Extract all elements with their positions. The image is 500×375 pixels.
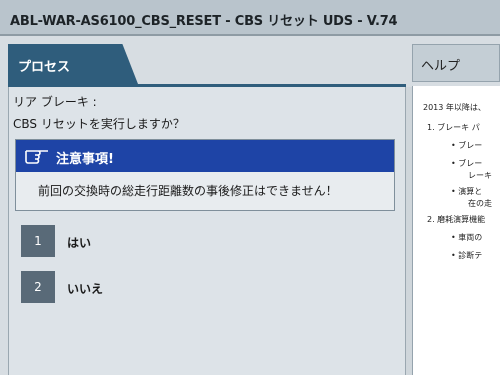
section-heading: リア ブレーキ : — [13, 95, 97, 109]
help-line: • ブレー — [451, 141, 483, 150]
notice-title: 注意事項! — [56, 152, 114, 167]
help-panel: 2013 年以降は、 1. ブレーキ パ • ブレー • ブレー レーキ • 演… — [412, 86, 500, 375]
help-line: • 演算と — [451, 187, 483, 196]
help-line: 2013 年以降は、 — [423, 103, 486, 112]
help-line: 2. 磨耗演算機能 — [427, 215, 486, 224]
process-panel: リア ブレーキ : CBS リセットを実行しますか？ 注意事項! 前回の交換時の… — [8, 87, 406, 375]
help-line: レーキ — [468, 171, 492, 180]
help-line: 在の走 — [468, 199, 492, 208]
notice-text: 前回の交換時の総走行距離数の事後修正はできません！ — [38, 184, 338, 198]
tab-help-label: ヘルプ — [421, 59, 461, 74]
help-line: 1. ブレーキ パ — [427, 123, 480, 132]
question-text: CBS リセットを実行しますか？ — [13, 117, 185, 131]
pointing-hand-icon — [25, 150, 48, 164]
option-no-label: いいえ — [67, 282, 104, 296]
option-no[interactable]: 2 いいえ — [21, 271, 221, 303]
tab-process[interactable]: プロセス — [8, 44, 138, 84]
help-line: • 診断テ — [451, 251, 483, 260]
option-no-number[interactable]: 2 — [21, 271, 55, 303]
help-line: • ブレー — [451, 159, 483, 168]
window-title: ABL-WAR-AS6100_CBS_RESET - CBS リセット UDS … — [10, 14, 398, 29]
notice-header: 注意事項! — [16, 140, 394, 172]
option-yes[interactable]: 1 はい — [21, 225, 221, 257]
title-bar: ABL-WAR-AS6100_CBS_RESET - CBS リセット UDS … — [0, 0, 500, 36]
option-yes-number[interactable]: 1 — [21, 225, 55, 257]
tab-help[interactable]: ヘルプ — [412, 44, 500, 82]
option-yes-label: はい — [67, 236, 92, 250]
notice-box: 注意事項! 前回の交換時の総走行距離数の事後修正はできません！ — [15, 139, 395, 211]
help-line: • 車両の — [451, 233, 483, 242]
tab-process-label: プロセス — [18, 60, 71, 75]
